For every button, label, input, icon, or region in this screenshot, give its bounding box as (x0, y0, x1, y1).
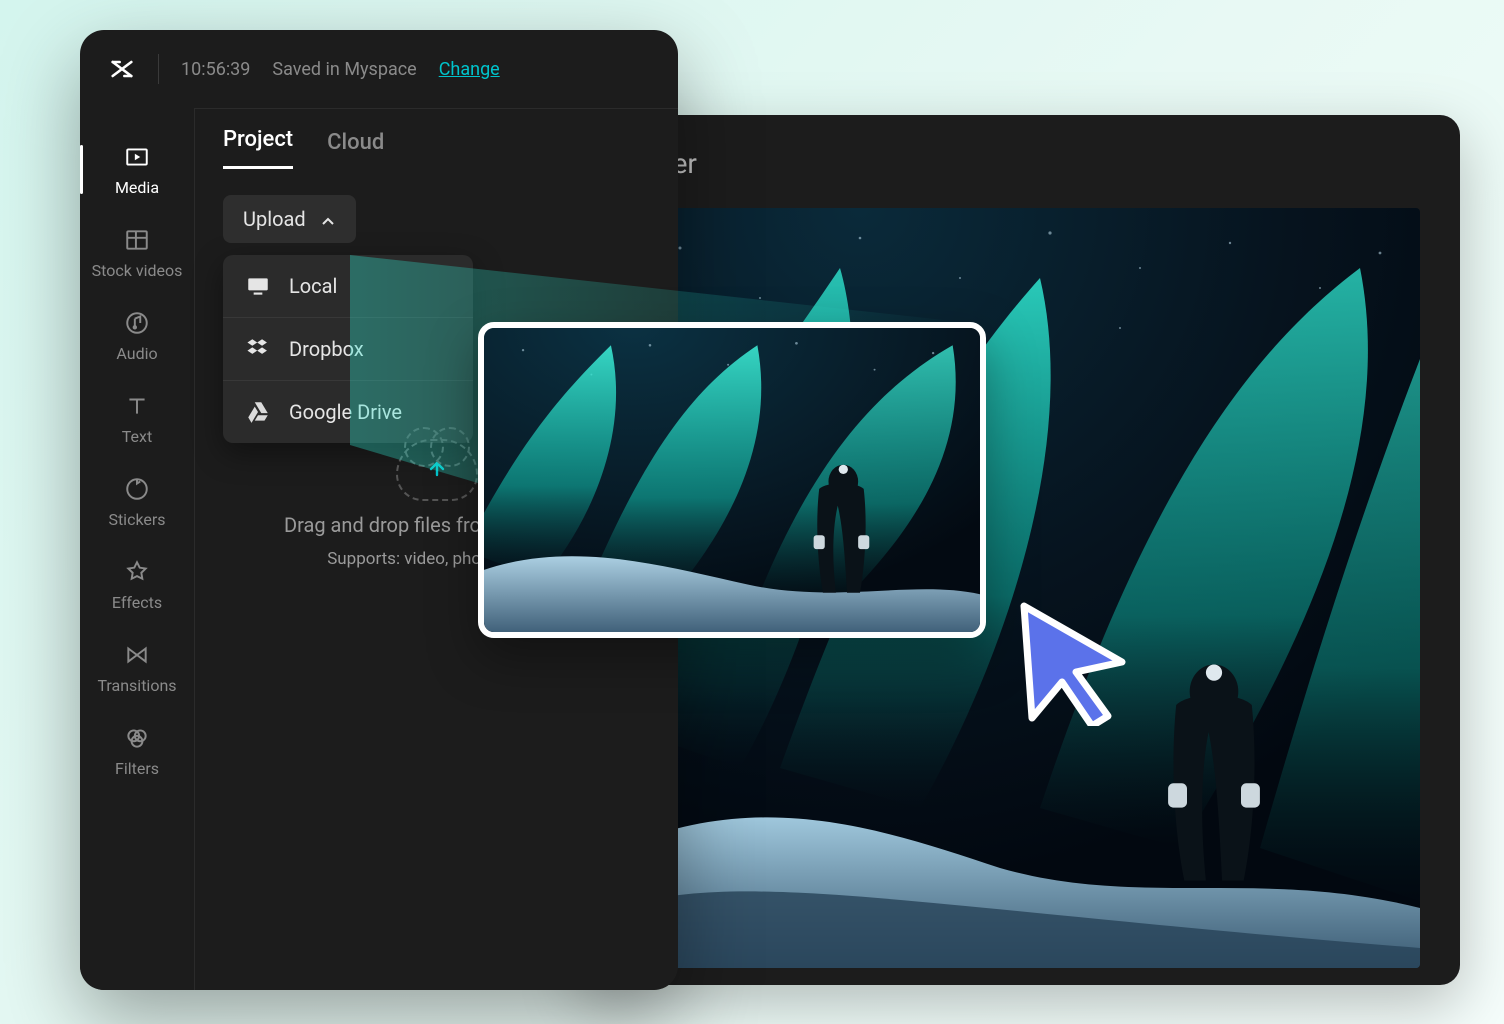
sidebar-item-label: Transitions (97, 676, 176, 695)
tab-cloud[interactable]: Cloud (327, 130, 384, 169)
save-timestamp: 10:56:39 (181, 59, 250, 80)
upload-menu-label: Google Drive (289, 400, 402, 424)
upload-button[interactable]: Upload (223, 195, 356, 243)
upload-menu-item-local[interactable]: Local (223, 255, 473, 317)
cloud-upload-icon (396, 439, 478, 501)
sidebar-item-media[interactable]: Media (80, 128, 194, 211)
upload-button-label: Upload (243, 207, 306, 231)
sidebar-item-stock-videos[interactable]: Stock videos (80, 211, 194, 294)
drag-thumbnail[interactable] (478, 322, 986, 638)
sidebar-item-filters[interactable]: Filters (80, 709, 194, 792)
transitions-icon (122, 640, 152, 670)
app-logo-icon (108, 55, 136, 83)
sidebar-item-label: Text (122, 427, 152, 446)
tab-project[interactable]: Project (223, 127, 293, 169)
dropbox-icon (245, 336, 271, 362)
sidebar-item-audio[interactable]: Audio (80, 294, 194, 377)
stickers-icon (122, 474, 152, 504)
upload-menu: Local Dropbox Google Drive (223, 255, 473, 443)
monitor-icon (245, 273, 271, 299)
titlebar-divider (158, 54, 159, 84)
text-icon (122, 391, 152, 421)
upload-menu-item-dropbox[interactable]: Dropbox (223, 317, 473, 380)
titlebar: 10:56:39 Saved in Myspace Change (80, 30, 678, 108)
sidebar-item-transitions[interactable]: Transitions (80, 626, 194, 709)
sidebar-item-label: Audio (116, 344, 157, 363)
effects-icon (122, 557, 152, 587)
chevron-up-icon (320, 211, 336, 227)
sidebar-item-label: Filters (115, 759, 159, 778)
sidebar-item-effects[interactable]: Effects (80, 543, 194, 626)
sidebar-item-label: Stock videos (92, 261, 183, 280)
sidebar: Media Stock videos Audio Text (80, 108, 195, 990)
media-icon (122, 142, 152, 172)
change-link[interactable]: Change (439, 59, 500, 80)
sidebar-item-label: Media (115, 178, 159, 197)
save-status: Saved in Myspace (272, 59, 416, 80)
player-title: Player (620, 147, 1420, 180)
sidebar-item-label: Effects (112, 593, 162, 612)
filters-icon (122, 723, 152, 753)
upload-menu-item-gdrive[interactable]: Google Drive (223, 380, 473, 443)
stock-videos-icon (122, 225, 152, 255)
sidebar-item-stickers[interactable]: Stickers (80, 460, 194, 543)
audio-icon (122, 308, 152, 338)
sidebar-item-label: Stickers (108, 510, 165, 529)
upload-menu-label: Local (289, 274, 337, 298)
media-tabs: Project Cloud (223, 127, 650, 169)
upload-menu-label: Dropbox (289, 337, 364, 361)
sidebar-item-text[interactable]: Text (80, 377, 194, 460)
google-drive-icon (245, 399, 271, 425)
